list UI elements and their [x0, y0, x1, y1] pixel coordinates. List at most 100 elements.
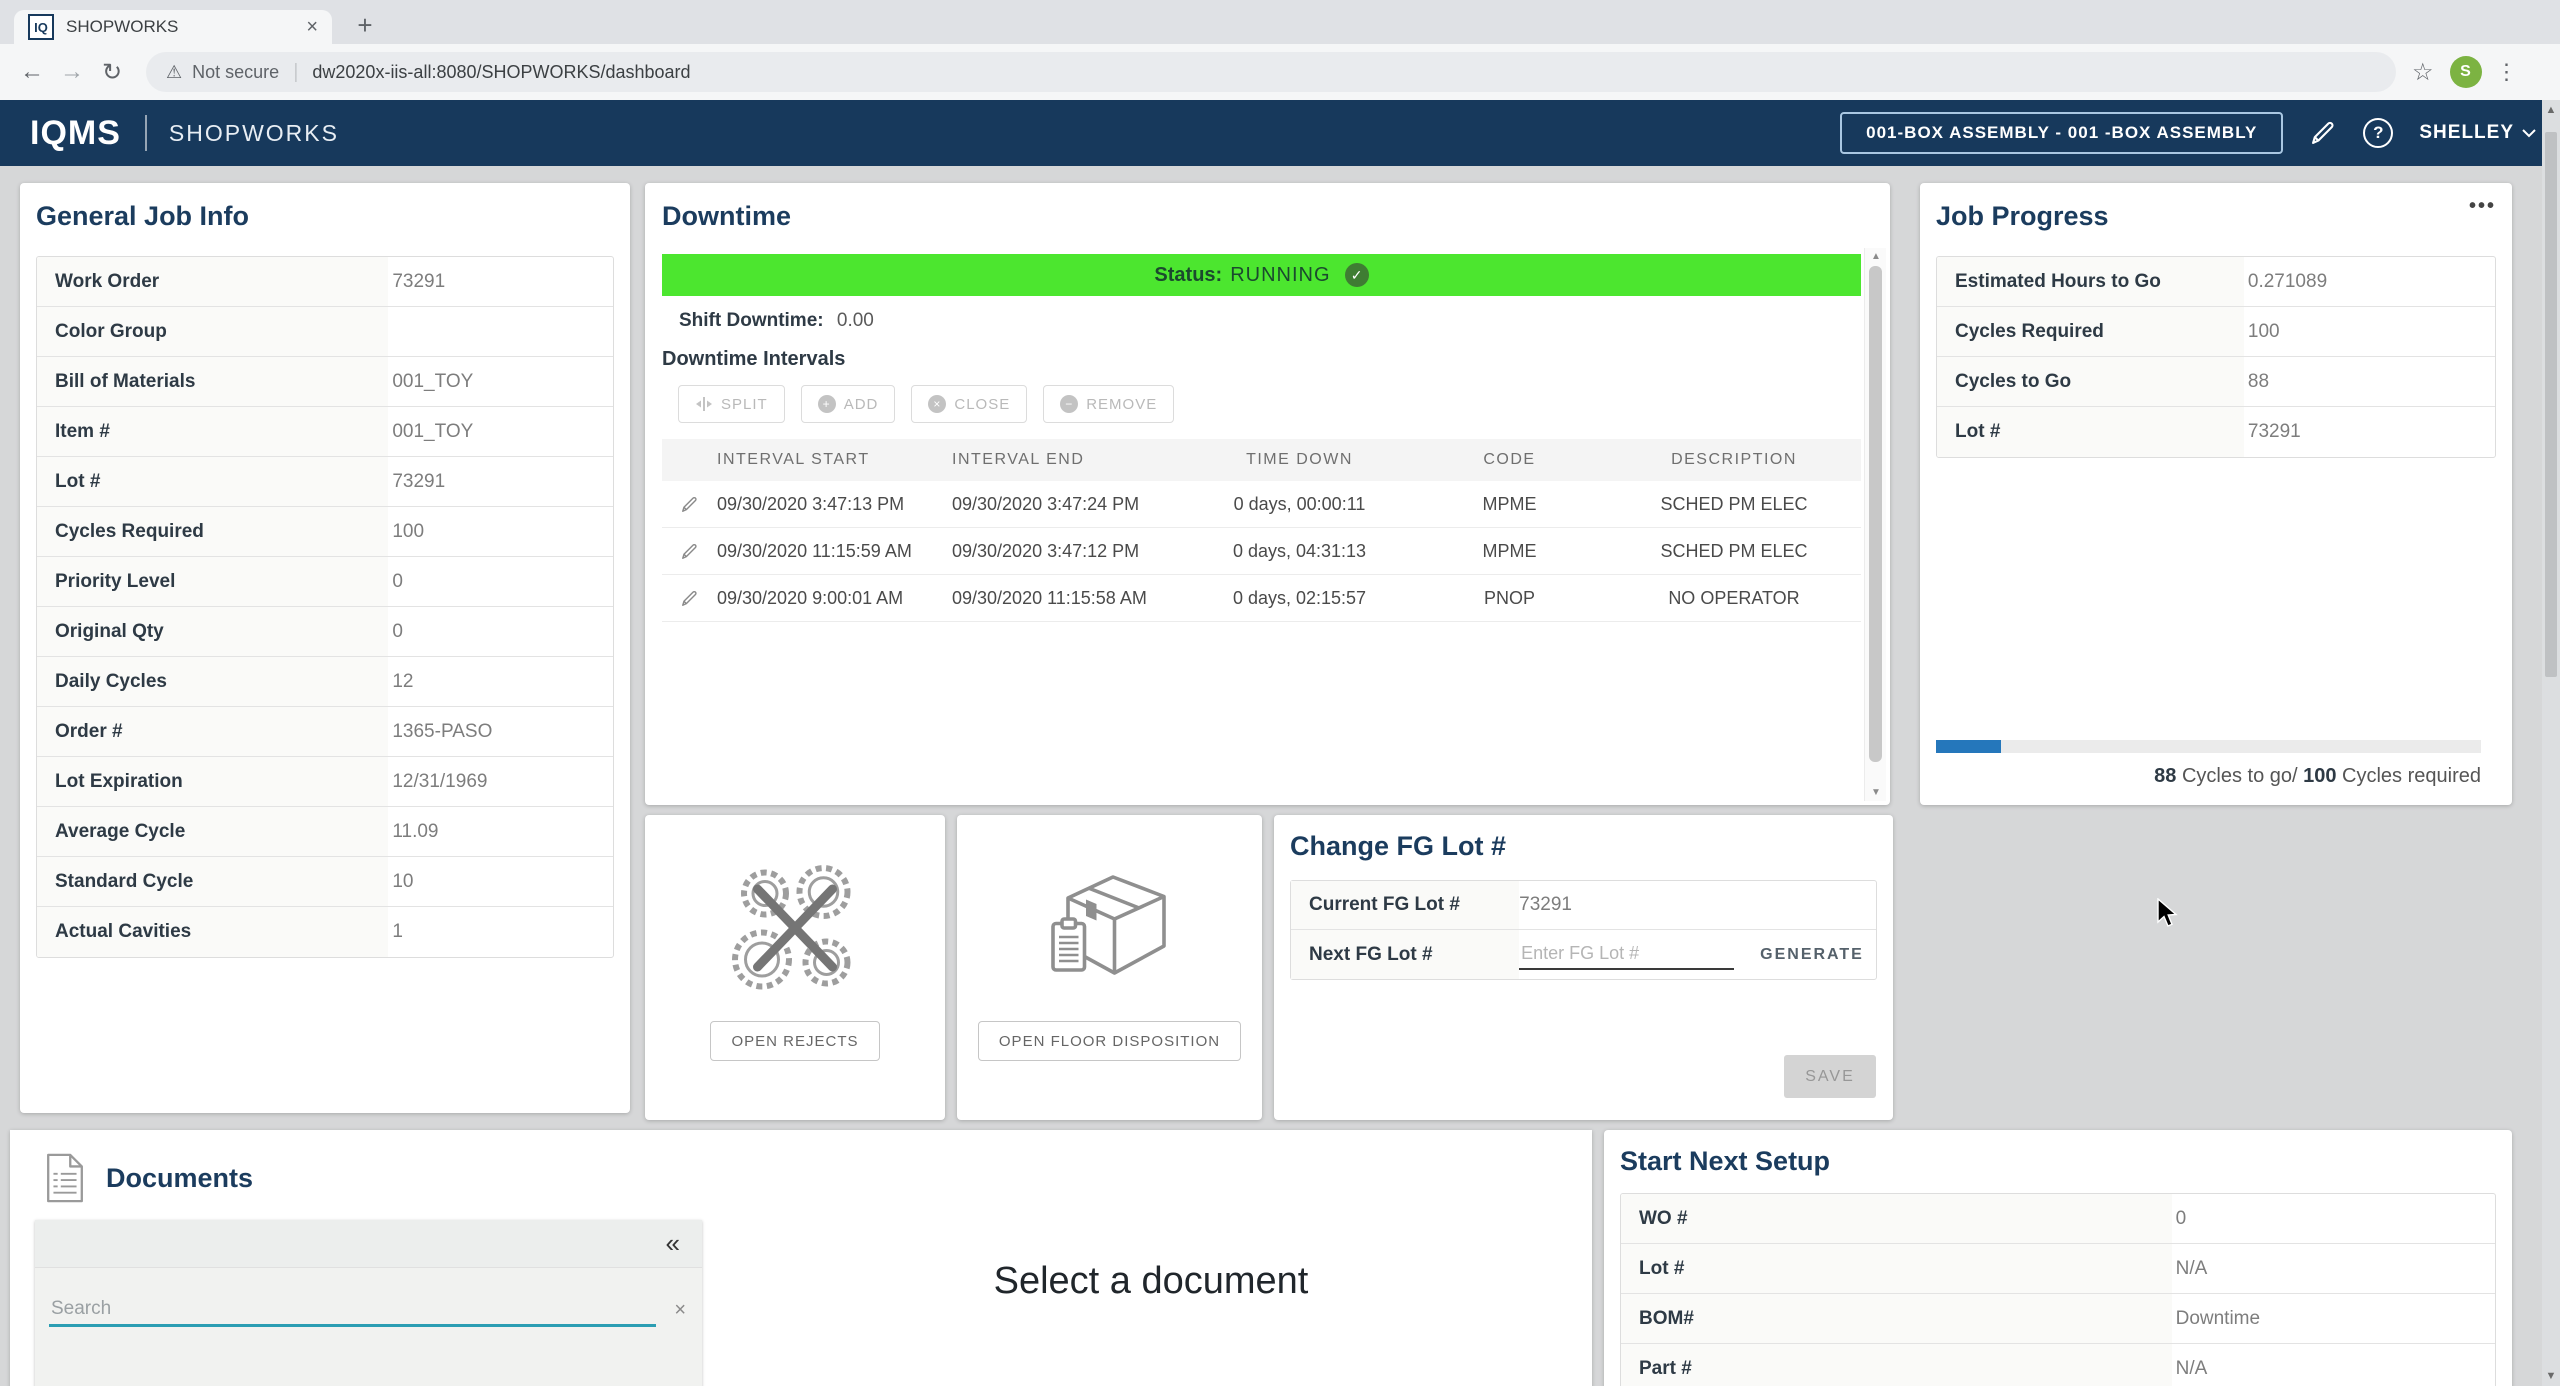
- back-icon[interactable]: ←: [12, 52, 52, 92]
- row-label: Order #: [37, 707, 388, 756]
- tab-close-icon[interactable]: ×: [302, 16, 322, 39]
- tab-title: SHOPWORKS: [66, 17, 302, 37]
- reload-icon[interactable]: ↻: [92, 52, 132, 92]
- downtime-intervals-table: INTERVAL START INTERVAL END TIME DOWN CO…: [662, 439, 1861, 622]
- address-bar[interactable]: ⚠ Not secure | dw2020x-iis-all:8080/SHOP…: [146, 52, 2396, 92]
- clear-search-icon[interactable]: ×: [674, 1299, 686, 1322]
- scrollbar-thumb[interactable]: [2545, 132, 2557, 677]
- open-floor-disposition-button[interactable]: OPEN FLOOR DISPOSITION: [978, 1021, 1241, 1061]
- row-label: Cycles Required: [1937, 307, 2244, 356]
- row-value: 0: [388, 621, 403, 643]
- row-value: 88: [2244, 371, 2269, 393]
- not-secure-warning-icon[interactable]: ⚠: [166, 62, 182, 83]
- generate-button[interactable]: GENERATE: [1760, 946, 1864, 964]
- open-floor-disposition-card: OPEN FLOOR DISPOSITION: [957, 815, 1262, 1120]
- row-value: 001_TOY: [388, 371, 473, 393]
- rejects-gears-icon: [720, 853, 870, 1003]
- user-name: SHELLEY: [2419, 122, 2514, 144]
- table-row: Bill of Materials 001_TOY: [37, 357, 613, 407]
- table-row: Original Qty 0: [37, 607, 613, 657]
- start-next-setup-table: WO # 0 Lot # N/A BOM# Downtime Part # N/…: [1620, 1193, 2496, 1386]
- more-options-icon[interactable]: •••: [2469, 201, 2496, 211]
- bookmark-star-icon[interactable]: ☆: [2412, 58, 2434, 87]
- help-icon[interactable]: ?: [2363, 118, 2393, 148]
- downtime-code: PNOP: [1412, 588, 1607, 609]
- row-label: Color Group: [37, 307, 388, 356]
- remove-button[interactable]: − REMOVE: [1043, 385, 1174, 423]
- work-center-selector-button[interactable]: 001-BOX ASSEMBLY - 001 -BOX ASSEMBLY: [1840, 112, 2283, 154]
- scroll-down-icon[interactable]: ▼: [2542, 1370, 2560, 1382]
- time-down: 0 days, 02:15:57: [1187, 588, 1412, 609]
- row-label: Cycles to Go: [1937, 357, 2244, 406]
- row-label: Priority Level: [37, 557, 388, 606]
- downtime-title: Downtime: [662, 201, 1890, 232]
- document-search-input[interactable]: [49, 1294, 656, 1327]
- row-value: 0: [2172, 1208, 2187, 1230]
- new-tab-button[interactable]: +: [348, 8, 382, 42]
- row-value: 73291: [388, 271, 445, 293]
- scrollbar-thumb[interactable]: [1869, 266, 1882, 762]
- browser-profile-avatar[interactable]: S: [2450, 56, 2482, 88]
- edit-interval-pencil-icon[interactable]: [662, 495, 717, 514]
- iqms-favicon-icon: IQ: [28, 14, 54, 40]
- interval-row: 09/30/2020 9:00:01 AM 09/30/2020 11:15:5…: [662, 575, 1861, 622]
- row-value: 1365-PASO: [388, 721, 492, 743]
- status-check-icon: ✓: [1345, 263, 1369, 287]
- browser-tab[interactable]: IQ SHOPWORKS ×: [14, 10, 332, 44]
- table-row: Average Cycle 11.09: [37, 807, 613, 857]
- row-label: Lot #: [37, 457, 388, 506]
- interval-end: 09/30/2020 3:47:12 PM: [952, 541, 1187, 562]
- table-row: Item # 001_TOY: [37, 407, 613, 457]
- scroll-up-icon[interactable]: ▲: [2542, 104, 2560, 116]
- downtime-panel: Downtime Status: RUNNING ✓ Shift Downtim…: [645, 183, 1890, 805]
- edit-interval-pencil-icon[interactable]: [662, 542, 717, 561]
- table-row: Priority Level 0: [37, 557, 613, 607]
- address-divider: |: [293, 61, 298, 84]
- status-value: RUNNING: [1230, 264, 1330, 287]
- scroll-down-icon[interactable]: ▼: [1865, 787, 1887, 798]
- row-label: Bill of Materials: [37, 357, 388, 406]
- row-value: 12/31/1969: [388, 771, 487, 793]
- downtime-scrollbar[interactable]: ▲ ▼: [1864, 248, 1886, 801]
- browser-menu-icon[interactable]: ⋮: [2496, 59, 2518, 85]
- user-menu[interactable]: SHELLEY: [2419, 122, 2536, 144]
- general-job-info-panel: General Job Info Work Order 73291 Color …: [20, 183, 630, 1113]
- chevron-down-icon: [2522, 129, 2536, 138]
- row-label: Lot #: [1937, 407, 2244, 457]
- start-next-setup-title: Start Next Setup: [1620, 1146, 2496, 1177]
- split-button[interactable]: SPLIT: [678, 385, 785, 423]
- intervals-table-header: INTERVAL START INTERVAL END TIME DOWN CO…: [662, 439, 1861, 481]
- table-row: Cycles Required 100: [1937, 307, 2495, 357]
- edit-interval-pencil-icon[interactable]: [662, 589, 717, 608]
- status-bar: Status: RUNNING ✓: [662, 254, 1861, 296]
- downtime-intervals-label: Downtime Intervals: [662, 348, 1890, 371]
- table-row: Lot # N/A: [1621, 1244, 2495, 1294]
- open-rejects-button[interactable]: OPEN REJECTS: [710, 1021, 879, 1061]
- app-name: SHOPWORKS: [169, 120, 339, 147]
- forward-icon[interactable]: →: [52, 52, 92, 92]
- row-label: Standard Cycle: [37, 857, 388, 906]
- browser-tab-strip: IQ SHOPWORKS × +: [0, 0, 2560, 44]
- downtime-code: MPME: [1412, 541, 1607, 562]
- job-progress-table: Estimated Hours to Go 0.271089 Cycles Re…: [1936, 256, 2496, 458]
- browser-scrollbar[interactable]: ▲ ▼: [2542, 100, 2560, 1386]
- table-row: WO # 0: [1621, 1194, 2495, 1244]
- table-row: Order # 1365-PASO: [37, 707, 613, 757]
- interval-row: 09/30/2020 3:47:13 PM 09/30/2020 3:47:24…: [662, 481, 1861, 528]
- split-icon: [695, 396, 713, 412]
- close-button[interactable]: × CLOSE: [911, 385, 1027, 423]
- save-button[interactable]: SAVE: [1784, 1055, 1876, 1098]
- interval-start: 09/30/2020 3:47:13 PM: [717, 494, 952, 515]
- mouse-cursor: [2156, 898, 2182, 928]
- add-button[interactable]: + ADD: [801, 385, 896, 423]
- row-label: Cycles Required: [37, 507, 388, 556]
- collapse-sidebar-icon[interactable]: «: [666, 1228, 680, 1259]
- row-value: N/A: [2172, 1358, 2208, 1380]
- row-label: WO #: [1621, 1194, 2172, 1243]
- next-fg-lot-input[interactable]: [1519, 939, 1734, 970]
- edit-pencil-icon[interactable]: [2309, 119, 2337, 147]
- row-label: Actual Cavities: [37, 907, 388, 957]
- downtime-description: NO OPERATOR: [1607, 588, 1861, 609]
- scroll-up-icon[interactable]: ▲: [1865, 251, 1887, 262]
- shift-downtime-label: Shift Downtime:: [679, 310, 824, 331]
